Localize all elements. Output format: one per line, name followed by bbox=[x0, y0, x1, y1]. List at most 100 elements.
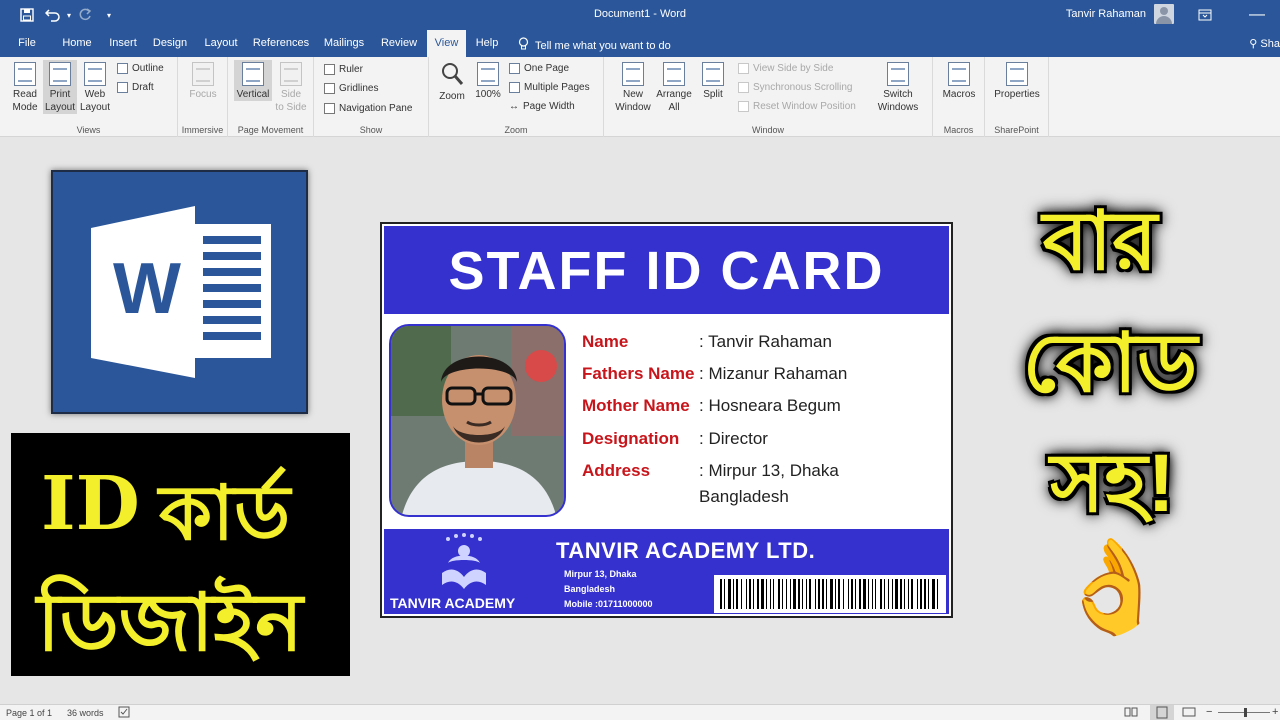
minimize-icon[interactable]: — bbox=[1248, 6, 1266, 24]
share-button[interactable]: ⚲ Sha bbox=[1249, 37, 1280, 50]
page-count[interactable]: Page 1 of 1 bbox=[6, 708, 52, 718]
tab-home[interactable]: Home bbox=[56, 30, 98, 57]
tab-help[interactable]: Help bbox=[470, 30, 504, 57]
word-count[interactable]: 36 words bbox=[67, 708, 104, 718]
group-zoom: Zoom 100% One Page Multiple Pages ↔ Page … bbox=[429, 57, 604, 137]
tab-view[interactable]: View bbox=[427, 30, 466, 57]
barcode-bar bbox=[848, 579, 849, 609]
user-name[interactable]: Tanvir Rahaman bbox=[1066, 8, 1146, 20]
web-layout-label-1: Web bbox=[84, 89, 106, 100]
reset-position-label: Reset Window Position bbox=[753, 101, 856, 112]
switch-windows-label-2: Windows bbox=[877, 102, 919, 113]
barcode-bar bbox=[851, 579, 853, 609]
ruler-checkbox[interactable]: Ruler bbox=[324, 64, 363, 75]
one-page-button[interactable]: One Page bbox=[509, 63, 569, 74]
properties-button[interactable]: Properties bbox=[990, 60, 1044, 101]
print-layout-label-2: Layout bbox=[44, 102, 76, 113]
group-sharepoint: Properties SharePoint bbox=[985, 57, 1049, 137]
page-movement-group-label: Page Movement bbox=[237, 125, 304, 135]
new-window-label-2: Window bbox=[615, 102, 651, 113]
bangla-bar: বার bbox=[1042, 196, 1158, 287]
barcode-bar bbox=[830, 579, 833, 609]
zoom-out-icon[interactable]: − bbox=[1206, 706, 1212, 718]
gridlines-checkbox[interactable]: Gridlines bbox=[324, 83, 378, 94]
vertical-button[interactable]: Vertical bbox=[234, 60, 272, 101]
barcode-bar bbox=[868, 579, 869, 609]
web-layout-button[interactable]: Web Layout bbox=[78, 60, 112, 114]
proofing-icon[interactable] bbox=[118, 706, 132, 720]
zoom-slider-thumb[interactable] bbox=[1244, 708, 1247, 717]
synchronous-scrolling-button[interactable]: Synchronous Scrolling bbox=[738, 82, 853, 93]
arrange-all-button[interactable]: Arrange All bbox=[656, 60, 692, 114]
title-id-latin: ID bbox=[41, 461, 140, 547]
focus-icon bbox=[192, 62, 214, 86]
zoom-100-button[interactable]: 100% bbox=[471, 60, 505, 101]
outline-button[interactable]: Outline bbox=[117, 63, 164, 74]
zoom-in-icon[interactable]: + bbox=[1272, 706, 1278, 718]
switch-windows-button[interactable]: Switch Windows bbox=[872, 60, 924, 114]
field-address-value-2: Bangladesh bbox=[699, 487, 789, 506]
tab-review[interactable]: Review bbox=[376, 30, 422, 57]
tell-me-search[interactable]: Tell me what you want to do bbox=[518, 37, 671, 54]
ruler-checkbox-box bbox=[324, 64, 335, 75]
field-address-value: : Mirpur 13, Dhaka bbox=[699, 461, 839, 480]
tab-file[interactable]: File bbox=[8, 30, 46, 57]
ribbon-display-icon[interactable] bbox=[1196, 6, 1214, 24]
ruler-label: Ruler bbox=[339, 64, 363, 75]
read-mode-button[interactable]: Read Mode bbox=[8, 60, 42, 114]
barcode-bar bbox=[802, 579, 803, 609]
multiple-pages-button[interactable]: Multiple Pages bbox=[509, 82, 590, 93]
avatar[interactable] bbox=[1154, 4, 1174, 24]
staff-photo bbox=[389, 324, 566, 517]
immersive-group-label: Immersive bbox=[181, 125, 224, 135]
tab-references[interactable]: References bbox=[250, 30, 312, 57]
print-layout-view-icon[interactable] bbox=[1150, 705, 1174, 720]
navigation-pane-checkbox[interactable]: Navigation Pane bbox=[324, 103, 412, 114]
focus-button[interactable]: Focus bbox=[186, 60, 220, 101]
print-layout-button[interactable]: Print Layout bbox=[43, 60, 77, 114]
focus-label: Focus bbox=[189, 89, 217, 100]
split-button[interactable]: Split bbox=[696, 60, 730, 101]
new-window-button[interactable]: New Window bbox=[614, 60, 652, 114]
tab-mailings[interactable]: Mailings bbox=[318, 30, 370, 57]
read-mode-label-1: Read bbox=[13, 89, 37, 100]
barcode-bar bbox=[728, 579, 731, 609]
barcode-bar bbox=[900, 579, 902, 609]
web-layout-view-icon[interactable] bbox=[1182, 706, 1196, 720]
vertical-icon bbox=[242, 62, 264, 86]
view-side-by-side-button[interactable]: View Side by Side bbox=[738, 63, 833, 74]
side-to-side-label-2: to Side bbox=[275, 102, 307, 113]
draft-icon bbox=[117, 82, 128, 93]
barcode-bar bbox=[880, 579, 882, 609]
read-mode-view-icon[interactable] bbox=[1124, 706, 1138, 720]
barcode-bar bbox=[855, 579, 856, 609]
tab-design[interactable]: Design bbox=[148, 30, 192, 57]
barcode-bar bbox=[872, 579, 873, 609]
zoom-button[interactable]: Zoom bbox=[435, 60, 469, 103]
tab-insert[interactable]: Insert bbox=[104, 30, 142, 57]
read-mode-label-2: Mode bbox=[12, 102, 38, 113]
draft-button[interactable]: Draft bbox=[117, 82, 154, 93]
field-name-label: Name bbox=[582, 332, 629, 351]
barcode-bar bbox=[904, 579, 905, 609]
side-to-side-button[interactable]: Side to Side bbox=[274, 60, 308, 114]
split-icon bbox=[702, 62, 724, 86]
barcode-bar bbox=[928, 579, 929, 609]
macros-button[interactable]: Macros bbox=[940, 60, 978, 101]
barcode-bar bbox=[908, 579, 909, 609]
page-width-button[interactable]: ↔ Page Width bbox=[509, 101, 575, 112]
properties-label: Properties bbox=[994, 89, 1040, 100]
word-logo-letter: W bbox=[113, 249, 181, 329]
company-address-1: Mirpur 13, Dhaka bbox=[564, 569, 637, 579]
window-group-label: Window bbox=[751, 125, 784, 135]
group-views: Read Mode Print Layout Web Layout Outlin… bbox=[0, 57, 178, 137]
barcode-bar bbox=[790, 579, 791, 609]
barcode-bar bbox=[773, 579, 774, 609]
barcode-bar bbox=[863, 579, 866, 609]
barcode-bar bbox=[761, 579, 764, 609]
barcode-bar bbox=[884, 579, 885, 609]
barcode-bar bbox=[826, 579, 827, 609]
zoom-100-icon bbox=[477, 62, 499, 86]
reset-window-position-button[interactable]: Reset Window Position bbox=[738, 101, 856, 112]
tab-layout[interactable]: Layout bbox=[198, 30, 244, 57]
